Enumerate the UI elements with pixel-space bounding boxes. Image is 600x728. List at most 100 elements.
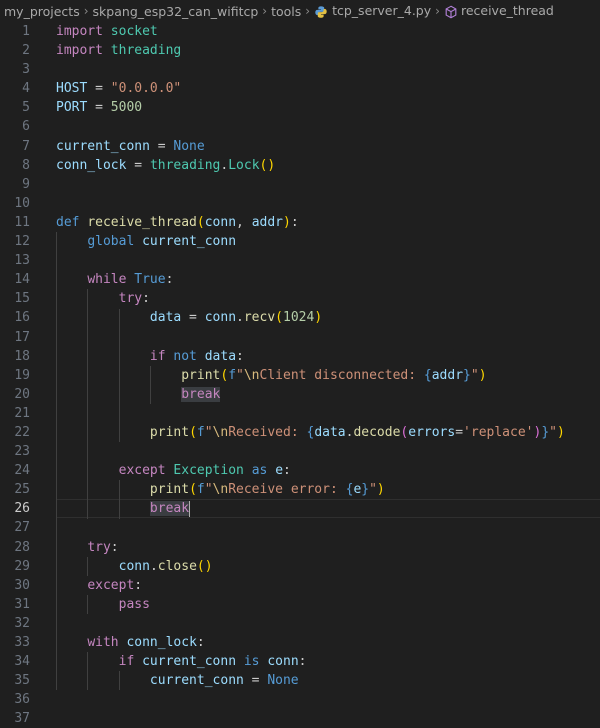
code-token: as — [251, 463, 268, 479]
code-token: = — [126, 157, 150, 173]
code-line[interactable]: 16 data = conn.recv(1024) — [0, 308, 600, 327]
code-token: receive_thread — [87, 214, 197, 230]
code-line[interactable]: 31 pass — [0, 595, 600, 614]
code-line[interactable]: 27 — [0, 518, 600, 537]
code-line[interactable]: 33 with conn_lock: — [0, 633, 600, 652]
line-number: 24 — [14, 463, 30, 479]
code-token: Receive error: — [228, 482, 346, 498]
code-token: : — [298, 654, 307, 670]
code-line[interactable]: 32 — [0, 614, 600, 633]
code-line[interactable]: 36 — [0, 690, 600, 709]
indent-guide — [149, 365, 151, 404]
text-cursor — [189, 500, 191, 517]
code-token: Exception — [173, 463, 244, 479]
code-line[interactable]: 30 except: — [0, 576, 600, 595]
code-line[interactable]: 19 print(f"\nClient disconnected: {addr}… — [0, 366, 600, 385]
line-number: 5 — [22, 100, 30, 116]
code-token: = — [181, 310, 205, 326]
line-number: 6 — [22, 119, 30, 135]
code-line[interactable]: 2 import threading — [0, 41, 600, 60]
code-text: pass — [56, 595, 150, 614]
code-token: ( — [189, 424, 197, 440]
code-line[interactable]: 24 except Exception as e: — [0, 461, 600, 480]
code-token: \n — [243, 367, 260, 383]
breadcrumb-symbol-label: receive_thread — [460, 3, 554, 19]
line-number: 34 — [14, 654, 30, 670]
code-token: . — [236, 310, 244, 326]
code-token: data — [204, 348, 237, 364]
code-line[interactable]: 23 — [0, 442, 600, 461]
code-line[interactable]: 28 try: — [0, 538, 600, 557]
code-editor[interactable]: 1 import socket 2 import threading 3 4 HOST = … — [0, 22, 600, 728]
code-token: = — [87, 100, 111, 116]
code-line[interactable]: 8 conn_lock = threading.Lock() — [0, 156, 600, 175]
indent-guide — [118, 480, 120, 519]
line-number: 21 — [14, 405, 30, 421]
code-token: f — [228, 367, 237, 383]
code-line[interactable]: 20 break — [0, 385, 600, 404]
code-token: None — [173, 138, 205, 154]
code-token: : — [290, 214, 299, 230]
code-token: except — [87, 577, 135, 593]
indent-guide — [56, 232, 57, 691]
code-line[interactable]: 9 — [0, 175, 600, 194]
code-text: data = conn.recv(1024) — [56, 308, 322, 327]
code-token: global — [87, 234, 135, 250]
code-token: ) — [314, 310, 323, 326]
code-line[interactable]: 7 current_conn = None — [0, 137, 600, 156]
code-text: conn_lock = threading.Lock() — [56, 156, 275, 175]
code-line[interactable]: 6 — [0, 117, 600, 136]
breadcrumb-folder-tools[interactable]: tools — [271, 4, 301, 19]
code-line[interactable]: 1 import socket — [0, 22, 600, 41]
code-text: print(f"\nReceived: {data.decode(errors=… — [56, 423, 565, 442]
breadcrumb-symbol[interactable]: receive_thread — [444, 3, 554, 19]
code-line[interactable]: 3 — [0, 60, 600, 79]
code-line[interactable]: 11 def receive_thread(conn, addr): — [0, 213, 600, 232]
code-token: "0.0.0.0" — [110, 81, 182, 97]
code-line[interactable]: 12 global current_conn — [0, 232, 600, 251]
code-text: except: — [56, 576, 142, 595]
line-number: 22 — [14, 424, 30, 440]
code-line[interactable]: 34 if current_conn is conn: — [0, 652, 600, 671]
code-line[interactable]: 29 conn.close() — [0, 557, 600, 576]
code-token: : — [110, 539, 119, 555]
code-token: break — [181, 386, 221, 402]
line-number: 37 — [14, 711, 30, 727]
code-line[interactable]: 18 if not data: — [0, 347, 600, 366]
code-token: if — [118, 654, 135, 670]
code-token: import — [56, 43, 103, 59]
code-token: pass — [118, 596, 150, 612]
code-line[interactable]: 21 — [0, 404, 600, 423]
code-line[interactable]: 17 — [0, 328, 600, 347]
line-number: 4 — [22, 81, 30, 97]
code-line[interactable]: 15 try: — [0, 289, 600, 308]
breadcrumb-file[interactable]: tcp_server_4.py — [314, 3, 431, 19]
code-token: current_conn — [149, 673, 244, 689]
line-number: 1 — [22, 24, 30, 39]
code-line[interactable]: 37 — [0, 709, 600, 728]
code-token: = — [87, 81, 111, 97]
code-line[interactable]: 4 HOST = "0.0.0.0" — [0, 79, 600, 98]
code-token: except — [118, 463, 166, 479]
code-token: = — [243, 673, 268, 689]
code-line[interactable]: 35 current_conn = None — [0, 671, 600, 690]
breadcrumb-folder-project[interactable]: skpang_esp32_can_wifitcp — [93, 4, 259, 19]
code-line[interactable]: 26 break — [0, 499, 600, 519]
code-token: Client disconnected: — [259, 367, 424, 383]
code-token: ( — [196, 214, 205, 230]
code-line[interactable]: 14 while True: — [0, 270, 600, 289]
code-line[interactable]: 10 — [0, 194, 600, 213]
code-token: \n — [212, 482, 229, 498]
code-line[interactable]: 25 print(f"\nReceive error: {e}") — [0, 480, 600, 499]
code-line[interactable]: 5 PORT = 5000 — [0, 98, 600, 117]
breadcrumb-folder-my-projects[interactable]: my_projects — [4, 4, 80, 19]
code-line[interactable]: 22 print(f"\nReceived: {data.decode(erro… — [0, 423, 600, 442]
code-token: ( — [189, 482, 197, 498]
code-token: f — [196, 424, 205, 440]
code-token: " — [236, 367, 244, 383]
code-line[interactable]: 13 — [0, 251, 600, 270]
